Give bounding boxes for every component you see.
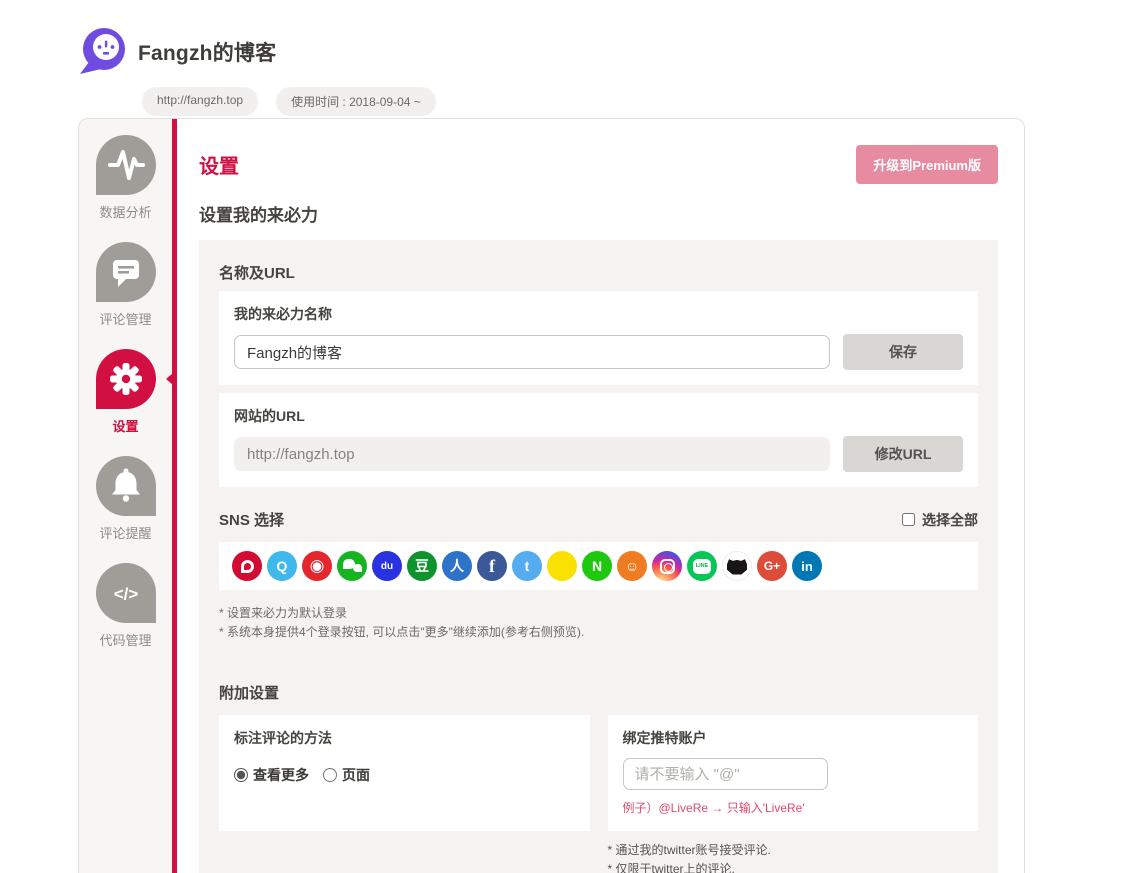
renren-icon[interactable]: 人: [442, 551, 472, 581]
comment-method-label: 标注评论的方法: [234, 730, 332, 746]
twitter-icon[interactable]: t: [512, 551, 542, 581]
googleplus-icon[interactable]: G+: [757, 551, 787, 581]
sidebar-label: 数据分析: [99, 205, 152, 220]
load-more-radio[interactable]: [234, 768, 248, 782]
douban-icon[interactable]: 豆: [407, 551, 437, 581]
select-all-label: 选择全部: [922, 511, 978, 528]
twitter-bind-card: 绑定推特账户 例子）@LiveRe → 只输入'LiveRe': [607, 715, 978, 831]
sns-heading: SNS 选择: [219, 512, 285, 529]
radio-option-load-more[interactable]: 查看更多: [234, 765, 309, 785]
twitter-bind-label: 绑定推特账户: [622, 730, 707, 746]
kakaotalk-icon[interactable]: [547, 551, 577, 581]
site-url-badge: http://fangzh.top: [142, 87, 259, 116]
sidebar-item-code[interactable]: </> 代码管理: [79, 563, 172, 649]
livere-icon[interactable]: [232, 551, 262, 581]
twitter-account-input[interactable]: [622, 758, 828, 790]
radio-label: 页面: [342, 767, 370, 783]
name-url-heading: 名称及URL: [219, 265, 295, 282]
sidebar-item-notifications[interactable]: 评论提醒: [79, 456, 172, 542]
line-icon[interactable]: LINE: [687, 551, 717, 581]
baidu-icon[interactable]: du: [372, 551, 402, 581]
comment-method-card: 标注评论的方法 查看更多 页面: [219, 715, 590, 831]
radio-label: 查看更多: [253, 767, 309, 783]
livere-name-card: 我的来必力名称 保存: [219, 291, 978, 385]
select-all-control[interactable]: 选择全部: [902, 510, 978, 530]
sns-note-line: * 设置来必力为默认登录: [219, 606, 348, 620]
change-url-button[interactable]: 修改URL: [843, 436, 963, 472]
site-url-card: 网站的URL 修改URL: [219, 393, 978, 487]
gear-icon: [95, 349, 156, 409]
page-subtitle: 设置我的来必力: [199, 206, 318, 225]
livere-name-input[interactable]: [234, 335, 830, 369]
github-icon[interactable]: [722, 551, 752, 581]
comment-icon: [95, 242, 156, 302]
analytics-icon: [95, 135, 156, 195]
main-panel: 数据分析 评论管理 设置 评论提醒 </> 代码管理 设置 升级到Premium…: [78, 118, 1025, 873]
site-title: Fangzh的博客: [138, 42, 277, 65]
extra-settings-heading: 附加设置: [219, 685, 280, 702]
sns-notes: * 设置来必力为默认登录 * 系统本身提供4个登录按钮, 可以点击"更多"继续添…: [219, 604, 978, 642]
twitter-note-line: * 仅限于twitter上的评论.: [607, 862, 735, 873]
livere-logo-icon: [80, 28, 125, 74]
facebook-icon[interactable]: f: [477, 551, 507, 581]
cyworld-icon[interactable]: ☺: [617, 551, 647, 581]
qq-icon[interactable]: Q: [267, 551, 297, 581]
twitter-note-line: * 通过我的twitter账号接受评论.: [607, 843, 771, 857]
wechat-icon[interactable]: [337, 551, 367, 581]
sidebar-label: 设置: [112, 419, 139, 434]
sidebar-label: 评论管理: [99, 312, 152, 327]
settings-form-section: 名称及URL 我的来必力名称 保存 网站的URL 修改URL: [199, 240, 998, 873]
sns-note-line: * 系统本身提供4个登录按钮, 可以点击"更多"继续添加(参考右侧预览).: [219, 625, 585, 639]
twitter-example-hint: 例子）@LiveRe → 只输入'LiveRe': [622, 801, 805, 815]
pages-radio[interactable]: [323, 768, 337, 782]
site-url-input[interactable]: [234, 437, 830, 471]
livere-settings-page: Fangzh的博客 http://fangzh.top 使用时间 : 2018-…: [0, 0, 1123, 873]
sidebar-label: 代码管理: [99, 633, 152, 648]
bell-icon: [95, 456, 156, 516]
instagram-icon[interactable]: [652, 551, 682, 581]
upgrade-premium-button[interactable]: 升级到Premium版: [856, 145, 998, 184]
radio-option-pages[interactable]: 页面: [323, 765, 370, 785]
site-url-label: 网站的URL: [234, 408, 305, 424]
weibo-icon[interactable]: ◉: [302, 551, 332, 581]
twitter-notes: * 通过我的twitter账号接受评论. * 仅限于twitter上的评论.: [608, 841, 979, 873]
site-badges: http://fangzh.top 使用时间 : 2018-09-04 ~: [142, 87, 1123, 116]
naver-icon[interactable]: N: [582, 551, 612, 581]
livere-name-label: 我的来必力名称: [234, 306, 332, 322]
sns-icon-list: Q ◉ du 豆人 f t N ☺ LINE G+ in: [219, 542, 978, 590]
save-button[interactable]: 保存: [843, 334, 963, 370]
sidebar-item-comments[interactable]: 评论管理: [79, 242, 172, 328]
code-icon: </>: [95, 563, 156, 623]
sidebar: 数据分析 评论管理 设置 评论提醒 </> 代码管理: [79, 119, 173, 873]
sidebar-item-settings[interactable]: 设置: [79, 349, 173, 435]
linkedin-icon[interactable]: in: [792, 551, 822, 581]
sidebar-label: 评论提醒: [99, 526, 152, 541]
page-title: 设置: [199, 156, 239, 178]
site-header: Fangzh的博客 http://fangzh.top 使用时间 : 2018-…: [0, 0, 1123, 116]
usage-period-badge: 使用时间 : 2018-09-04 ~: [276, 87, 436, 116]
settings-content: 设置 升级到Premium版 设置我的来必力 名称及URL 我的来必力名称 保存…: [177, 119, 1024, 873]
sidebar-item-analytics[interactable]: 数据分析: [79, 135, 172, 221]
svg-text:</>: </>: [113, 585, 138, 604]
select-all-checkbox[interactable]: [902, 513, 915, 526]
